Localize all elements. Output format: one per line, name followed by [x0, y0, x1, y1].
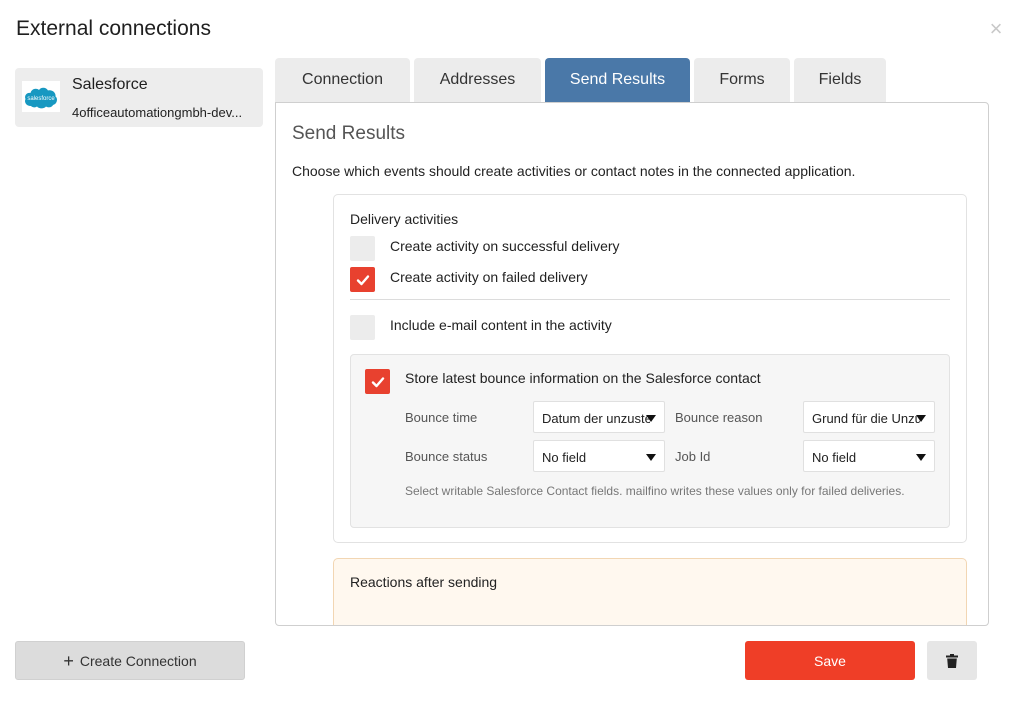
tab-fields[interactable]: Fields — [794, 58, 886, 102]
failed-delivery-label: Create activity on failed delivery — [390, 269, 588, 285]
job-id-value: No field — [812, 450, 857, 465]
bounce-status-label: Bounce status — [405, 449, 488, 464]
include-email-content-label: Include e-mail content in the activity — [390, 317, 612, 333]
trash-icon — [946, 653, 958, 668]
create-connection-label: Create Connection — [79, 652, 197, 669]
create-connection-button[interactable]: + Create Connection — [15, 641, 245, 680]
save-button[interactable]: Save — [745, 641, 915, 680]
checkmark-icon — [356, 274, 369, 285]
include-email-content-checkbox[interactable] — [350, 315, 375, 340]
tab-send-results[interactable]: Send Results — [545, 58, 690, 102]
panel-description: Choose which events should create activi… — [292, 163, 856, 179]
successful-delivery-checkbox[interactable] — [350, 236, 375, 261]
bounce-time-select[interactable]: Datum der unzustellbarkeit — [533, 401, 665, 433]
close-icon[interactable]: × — [986, 18, 1006, 40]
delivery-activities-card: Delivery activities Create activity on s… — [333, 194, 967, 543]
tab-forms[interactable]: Forms — [694, 58, 790, 102]
divider — [350, 299, 950, 300]
dialog-title: External connections — [16, 17, 211, 40]
delivery-activities-heading: Delivery activities — [350, 211, 459, 227]
panel-title: Send Results — [292, 123, 406, 144]
job-id-label: Job Id — [675, 449, 711, 464]
bounce-reason-select[interactable]: Grund für die Unzustellbarkeit — [803, 401, 935, 433]
chevron-down-icon — [646, 415, 656, 422]
job-id-select[interactable]: No field — [803, 440, 935, 472]
reactions-title: Reactions after sending — [350, 574, 498, 590]
chevron-down-icon — [916, 454, 926, 461]
connection-name: Salesforce — [72, 76, 148, 93]
tab-addresses[interactable]: Addresses — [414, 58, 541, 102]
bounce-time-value: Datum der unzustellbarkeit — [542, 411, 650, 426]
chevron-down-icon — [916, 415, 926, 422]
bounce-reason-value: Grund für die Unzustellbarkeit — [812, 411, 920, 426]
chevron-down-icon — [646, 454, 656, 461]
bounce-time-label: Bounce time — [405, 410, 478, 425]
bounce-fields-hint: Select writable Salesforce Contact field… — [405, 484, 905, 498]
checkmark-icon — [371, 376, 384, 387]
store-bounce-label: Store latest bounce information on the S… — [405, 370, 761, 386]
connection-subtitle: 4officeautomationgmbh-dev... — [72, 105, 243, 120]
bounce-status-value: No field — [542, 450, 587, 465]
successful-delivery-label: Create activity on successful delivery — [390, 238, 620, 254]
sidebar-connection-salesforce[interactable]: salesforce Salesforce 4officeautomationg… — [15, 68, 263, 127]
delete-button[interactable] — [927, 641, 977, 680]
send-results-panel: Send Results Choose which events should … — [275, 102, 989, 626]
salesforce-logo-text: salesforce — [27, 96, 55, 102]
failed-delivery-checkbox[interactable] — [350, 267, 375, 292]
bounce-info-card: Store latest bounce information on the S… — [350, 354, 950, 528]
salesforce-cloud-icon: salesforce — [22, 81, 60, 112]
bounce-reason-label: Bounce reason — [675, 410, 763, 425]
reactions-after-sending-card: Reactions after sending — [333, 558, 967, 625]
bounce-status-select[interactable]: No field — [533, 440, 665, 472]
store-bounce-checkbox[interactable] — [365, 369, 390, 394]
tab-connection[interactable]: Connection — [275, 58, 410, 102]
plus-icon: + — [63, 650, 74, 671]
